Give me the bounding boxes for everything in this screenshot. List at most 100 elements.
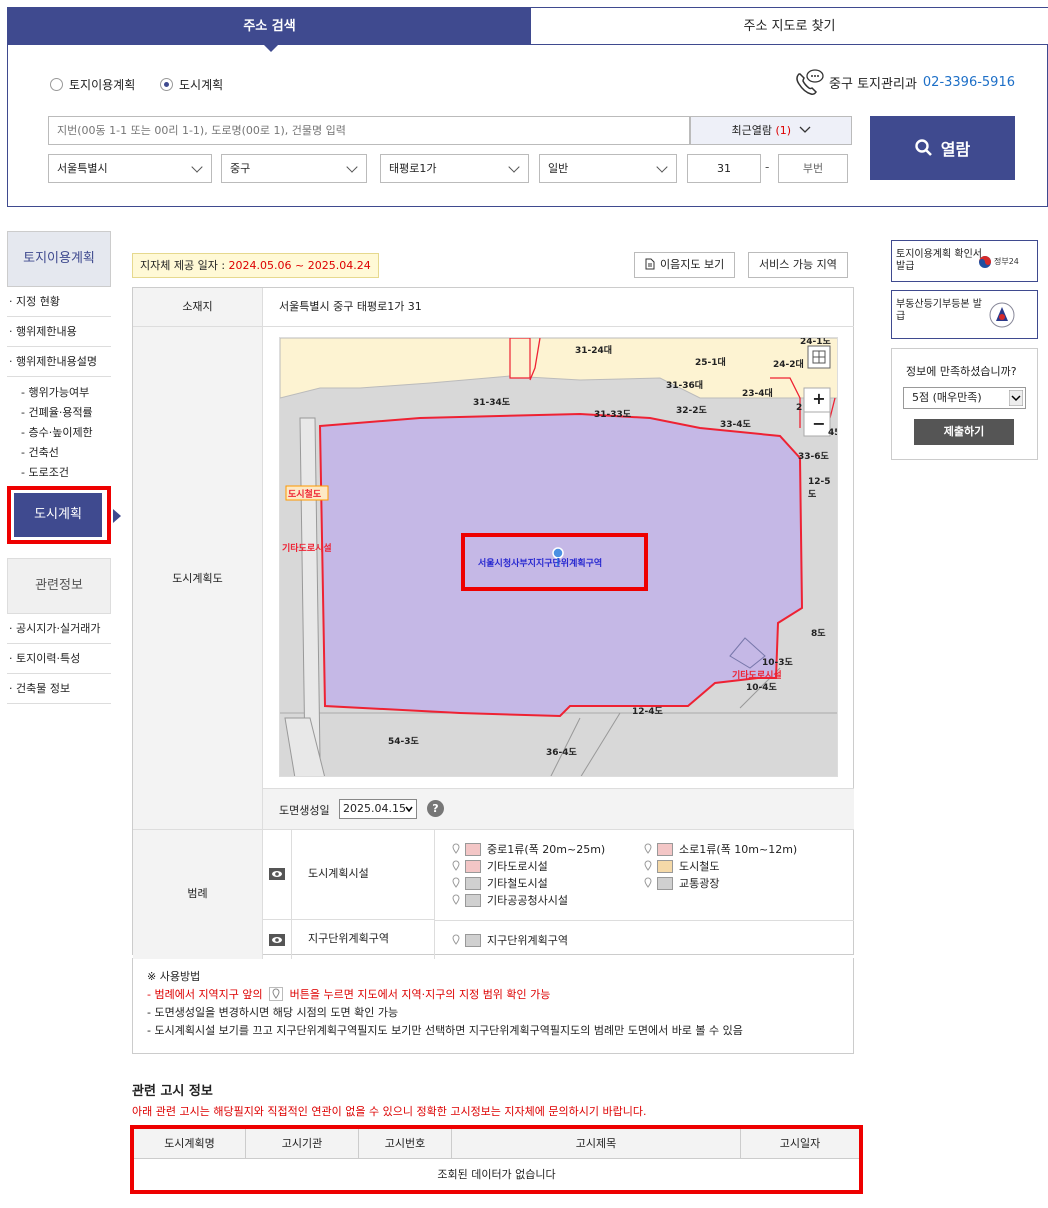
tab-address-search[interactable]: 주소 검색: [8, 8, 531, 52]
usage-title: ※ 사용방법: [147, 970, 201, 983]
help-icon[interactable]: ?: [427, 800, 444, 817]
pin-icon[interactable]: [643, 860, 653, 872]
nav-sub-allowed[interactable]: - 행위가능여부: [7, 383, 111, 403]
nav-item-restriction-desc[interactable]: · 행위제한내용설명: [7, 347, 111, 377]
legend-group2-label: 지구단위계획구역: [292, 920, 435, 959]
satisfaction-survey: 정보에 만족하셨습니까? 5점 (매우만족) 제출하기: [891, 348, 1038, 460]
map-label: 25-1대: [695, 358, 726, 368]
provide-date-label: 지자체 제공 일자 :: [140, 259, 229, 272]
pin-icon[interactable]: [643, 843, 653, 855]
eye-icon[interactable]: [269, 934, 285, 946]
district-select[interactable]: 중구: [221, 154, 367, 183]
legend-label: 범례: [133, 830, 263, 959]
tab-map-search[interactable]: 주소 지도로 찾기: [531, 8, 1048, 45]
legend-item: 도시철도: [643, 858, 719, 874]
map-date-select[interactable]: 2025.04.15: [339, 799, 417, 819]
nav-sub-coverage[interactable]: - 건폐율·용적률: [7, 403, 111, 423]
survey-question: 정보에 만족하셨습니까?: [906, 365, 1017, 378]
map-label: 36-4도: [546, 748, 577, 758]
land-use-cert-label: 토지이용계획 확인서 발급: [896, 249, 982, 272]
notice-table: 도시계획명 고시기관 고시번호 고시제목 고시일자 조회된 데이터가 없습니다: [130, 1125, 863, 1194]
zoom-in-button[interactable]: +: [808, 388, 830, 410]
print-map-button[interactable]: 이음지도 보기: [634, 252, 736, 278]
radio-urban[interactable]: 도시계획: [160, 76, 223, 93]
info-table: 소재지 서울특별시 중구 태평로1가 31 도시계획도 31-24대 25-1대…: [132, 287, 854, 959]
chevron-down-icon: [346, 161, 358, 173]
dong-select[interactable]: 태평로1가: [380, 154, 529, 183]
nav-sub-road[interactable]: - 도로조건: [7, 463, 111, 483]
legend-swatch: [657, 842, 673, 856]
chevron-down-icon: [799, 126, 810, 133]
left-nav: 토지이용계획 · 지정 현황 · 행위제한내용 · 행위제한내용설명 - 행위가…: [7, 231, 121, 1208]
survey-submit-button[interactable]: 제출하기: [914, 419, 1014, 445]
map-label: 12-5도: [808, 477, 831, 500]
recent-view-dropdown[interactable]: 최근열람 (1): [690, 116, 852, 145]
eye-icon[interactable]: [269, 868, 285, 880]
pin-icon[interactable]: [451, 894, 461, 906]
usage-guide: ※ 사용방법 - 범례에서 지역지구 앞의 버튼을 누르면 지도에서 지역·지구…: [132, 958, 854, 1054]
contact-info: 중구 토지관리과 02-3396-5916: [793, 68, 1015, 96]
nav-item-building[interactable]: · 건축물 정보: [7, 674, 111, 704]
registry-button[interactable]: 부동산등기부등본 발급: [891, 290, 1038, 339]
nav-item-price[interactable]: · 공시지가·실거래가: [7, 614, 111, 644]
plan-area-label[interactable]: 서울시청사부지지구단위계획구역: [478, 556, 602, 569]
pin-icon[interactable]: [643, 877, 653, 889]
radio-urban-dot[interactable]: [160, 78, 173, 91]
legend-item-label: 중로1류(폭 20m~25m): [487, 843, 606, 856]
nav-head-related[interactable]: 관련정보: [7, 558, 111, 614]
legend-item: 교통광장: [643, 875, 719, 891]
nav-item-land-history[interactable]: · 토지이력·특성: [7, 644, 111, 674]
nav-item-designation[interactable]: · 지정 현황: [7, 287, 111, 317]
pin-icon[interactable]: [451, 860, 461, 872]
radio-land-use-dot[interactable]: [50, 78, 63, 91]
phone-icon: [796, 69, 824, 95]
map-date-label: 도면생성일: [279, 804, 330, 817]
radio-land-use[interactable]: 토지이용계획: [50, 76, 135, 93]
legend-swatch: [465, 933, 481, 947]
notice-col-agency: 고시기관: [246, 1129, 359, 1159]
map-label: 33-6도: [798, 452, 829, 462]
survey-select[interactable]: 5점 (매우만족): [903, 387, 1026, 409]
map-label: 31-33도: [594, 410, 632, 420]
legend-item: 기타공공청사시설: [451, 892, 568, 908]
city-select[interactable]: 서울특별시: [48, 154, 212, 183]
pin-icon[interactable]: [451, 843, 461, 855]
zoom-out-button[interactable]: −: [808, 413, 830, 435]
legend-item: 기타도로시설: [451, 858, 548, 874]
map-label: 23-4대: [742, 389, 773, 399]
map-label: 기타도로시설: [282, 544, 332, 554]
pin-icon[interactable]: [451, 877, 461, 889]
main-number-input[interactable]: 31: [687, 154, 761, 183]
contact-phone[interactable]: 02-3396-5916: [923, 75, 1015, 90]
legend-group1-toggle-cell: [263, 830, 292, 920]
dong-value: 태평로1가: [389, 162, 437, 175]
city-value: 서울특별시: [57, 162, 108, 175]
nav-head-land-use[interactable]: 토지이용계획: [7, 231, 111, 287]
pin-icon: [269, 987, 284, 1001]
gov24-logo: 정부24: [978, 255, 1019, 269]
legend-item-label: 교통광장: [679, 877, 720, 890]
legend-item-label: 기타도로시설: [487, 860, 548, 873]
nav-item-urban-plan-highlight: 도시계획: [7, 486, 121, 544]
land-use-cert-button[interactable]: 토지이용계획 확인서 발급 정부24: [891, 240, 1038, 282]
sub-number-input[interactable]: 부번: [778, 154, 848, 183]
lot-type-select[interactable]: 일반: [539, 154, 677, 183]
map-label: 32-2도: [676, 406, 707, 416]
registry-label: 부동산등기부등본 발급: [896, 299, 982, 322]
search-icon: [915, 139, 932, 156]
recent-count: (1): [775, 124, 792, 137]
pin-icon[interactable]: [451, 934, 461, 946]
search-input[interactable]: [48, 116, 690, 145]
notice-empty: 조회된 데이터가 없습니다: [437, 1168, 556, 1181]
nav-sub-building-line[interactable]: - 건축선: [7, 443, 111, 463]
nav-sub-height[interactable]: - 층수·높이제한: [7, 423, 111, 443]
service-area-button[interactable]: 서비스 가능 지역: [748, 252, 848, 278]
nav-item-urban-plan[interactable]: 도시계획: [14, 493, 102, 537]
open-button[interactable]: 열람: [870, 116, 1015, 180]
nav-item-restriction[interactable]: · 행위제한내용: [7, 317, 111, 347]
urban-plan-map[interactable]: 31-24대 25-1대 24-2대 31-36대 23-4대 31-34도 3…: [279, 337, 838, 777]
legend-swatch: [657, 876, 673, 890]
map-label: 31-24대: [575, 346, 613, 356]
court-emblem-icon: [989, 302, 1015, 328]
legend-item: 기타철도시설: [451, 875, 548, 891]
